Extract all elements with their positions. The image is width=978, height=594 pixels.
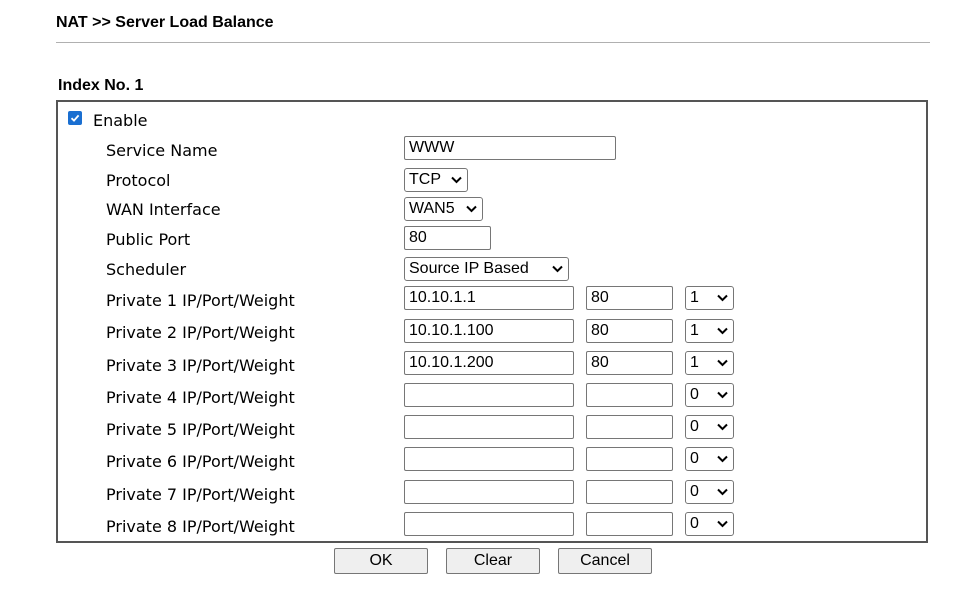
public-port-label: Public Port	[106, 230, 191, 249]
private-3-weight-value: 1	[690, 354, 699, 371]
private-7-weight-value: 0	[690, 483, 699, 500]
clear-button[interactable]: Clear	[446, 548, 540, 574]
private-7-label: Private 7 IP/Port/Weight	[106, 485, 295, 504]
chevron-down-icon	[552, 265, 563, 273]
private-5-port-input[interactable]	[586, 415, 673, 439]
private-5-weight-value: 0	[690, 418, 699, 435]
private-4-weight-select[interactable]: 0	[685, 383, 734, 407]
chevron-down-icon	[717, 455, 728, 463]
private-6-label: Private 6 IP/Port/Weight	[106, 452, 295, 471]
wan-interface-select[interactable]: WAN5	[404, 197, 483, 221]
chevron-down-icon	[717, 520, 728, 528]
service-name-label: Service Name	[106, 141, 218, 160]
chevron-down-icon	[466, 205, 477, 213]
private-3-ip-input[interactable]: 10.10.1.200	[404, 351, 574, 375]
checkmark-icon	[70, 114, 80, 122]
private-1-port-input[interactable]: 80	[586, 286, 673, 310]
chevron-down-icon	[717, 391, 728, 399]
private-3-weight-select[interactable]: 1	[685, 351, 734, 375]
private-1-weight-select[interactable]: 1	[685, 286, 734, 310]
private-7-weight-select[interactable]: 0	[685, 480, 734, 504]
scheduler-value: Source IP Based	[409, 260, 529, 277]
private-8-weight-value: 0	[690, 515, 699, 532]
private-6-weight-value: 0	[690, 450, 699, 467]
private-3-port-input[interactable]: 80	[586, 351, 673, 375]
wan-interface-label: WAN Interface	[106, 200, 221, 219]
enable-label: Enable	[93, 111, 148, 130]
private-4-ip-input[interactable]	[404, 383, 574, 407]
private-8-label: Private 8 IP/Port/Weight	[106, 517, 295, 536]
scheduler-label: Scheduler	[106, 260, 187, 279]
private-3-label: Private 3 IP/Port/Weight	[106, 356, 295, 375]
wan-interface-value: WAN5	[409, 200, 455, 217]
chevron-down-icon	[451, 176, 462, 184]
index-label: Index No. 1	[58, 77, 144, 94]
private-2-port-input[interactable]: 80	[586, 319, 673, 343]
title-divider	[56, 42, 930, 43]
chevron-down-icon	[717, 488, 728, 496]
scheduler-select[interactable]: Source IP Based	[404, 257, 569, 281]
service-name-input[interactable]: WWW	[404, 136, 616, 160]
private-2-label: Private 2 IP/Port/Weight	[106, 323, 295, 342]
private-1-weight-value: 1	[690, 289, 699, 306]
protocol-label: Protocol	[106, 171, 171, 190]
chevron-down-icon	[717, 294, 728, 302]
private-8-weight-select[interactable]: 0	[685, 512, 734, 536]
private-2-weight-value: 1	[690, 322, 699, 339]
private-4-port-input[interactable]	[586, 383, 673, 407]
private-6-port-input[interactable]	[586, 447, 673, 471]
chevron-down-icon	[717, 359, 728, 367]
private-2-weight-select[interactable]: 1	[685, 319, 734, 343]
private-5-label: Private 5 IP/Port/Weight	[106, 420, 295, 439]
private-5-ip-input[interactable]	[404, 415, 574, 439]
page-title: NAT >> Server Load Balance	[56, 14, 274, 31]
chevron-down-icon	[717, 423, 728, 431]
chevron-down-icon	[717, 327, 728, 335]
protocol-select[interactable]: TCP	[404, 168, 468, 192]
private-4-label: Private 4 IP/Port/Weight	[106, 388, 295, 407]
public-port-input[interactable]: 80	[404, 226, 491, 250]
private-5-weight-select[interactable]: 0	[685, 415, 734, 439]
private-8-ip-input[interactable]	[404, 512, 574, 536]
private-1-ip-input[interactable]: 10.10.1.1	[404, 286, 574, 310]
private-6-weight-select[interactable]: 0	[685, 447, 734, 471]
private-7-port-input[interactable]	[586, 480, 673, 504]
cancel-button[interactable]: Cancel	[558, 548, 652, 574]
private-7-ip-input[interactable]	[404, 480, 574, 504]
enable-checkbox[interactable]	[68, 111, 82, 125]
protocol-value: TCP	[409, 171, 441, 188]
private-8-port-input[interactable]	[586, 512, 673, 536]
private-6-ip-input[interactable]	[404, 447, 574, 471]
ok-button[interactable]: OK	[334, 548, 428, 574]
private-1-label: Private 1 IP/Port/Weight	[106, 291, 295, 310]
private-4-weight-value: 0	[690, 386, 699, 403]
private-2-ip-input[interactable]: 10.10.1.100	[404, 319, 574, 343]
